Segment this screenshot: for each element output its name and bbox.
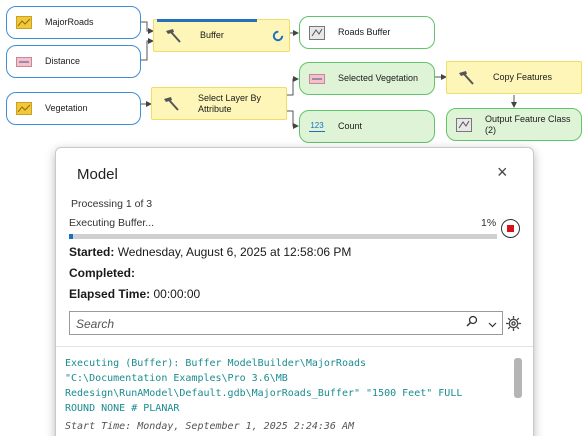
progress-bar xyxy=(69,234,497,239)
output-selected-vegetation-label: Selected Vegetation xyxy=(338,73,419,83)
output-roads-buffer-label: Roads Buffer xyxy=(338,27,391,37)
search-input[interactable]: Search xyxy=(69,311,503,335)
refresh-icon xyxy=(272,30,284,45)
number-icon-text: 123 xyxy=(310,120,324,130)
output-selected-vegetation[interactable]: Selected Vegetation xyxy=(299,62,435,95)
gear-icon[interactable] xyxy=(505,315,522,337)
model-progress-dialog: Model × Processing 1 of 3 Executing Buff… xyxy=(55,147,534,436)
completed-label: Completed: xyxy=(69,266,135,280)
log-scrollbar[interactable] xyxy=(514,358,522,398)
search-icon[interactable] xyxy=(466,315,478,330)
linear-unit-icon xyxy=(15,55,33,69)
linear-unit-icon xyxy=(308,72,326,86)
close-icon[interactable]: × xyxy=(497,163,508,181)
elapsed-row: Elapsed Time: 00:00:00 xyxy=(69,287,200,301)
edge-distance-buffer xyxy=(141,38,154,61)
progress-bar-fill xyxy=(69,234,74,239)
feature-class-icon xyxy=(455,117,473,132)
progress-percent: 1% xyxy=(481,217,497,229)
output-count-label: Count xyxy=(338,121,363,131)
processing-status: Processing 1 of 3 xyxy=(71,198,153,210)
log-separator xyxy=(56,346,533,347)
completed-row: Completed: xyxy=(69,266,135,280)
input-distance[interactable]: Distance xyxy=(6,45,141,78)
tool-copy-label: Copy Features xyxy=(493,72,553,82)
tool-copy-features[interactable]: Copy Features xyxy=(446,61,582,94)
running-indicator xyxy=(157,19,257,22)
tool-buffer-label: Buffer xyxy=(200,30,224,40)
hammer-icon xyxy=(162,96,180,111)
output-count[interactable]: 123 Count xyxy=(299,110,435,143)
input-majorroads-label: MajorRoads xyxy=(45,17,94,27)
feature-class-icon xyxy=(308,25,326,40)
input-vegetation[interactable]: Vegetation xyxy=(6,92,141,125)
hammer-icon xyxy=(164,28,182,43)
stop-button[interactable] xyxy=(501,219,520,238)
input-vegetation-label: Vegetation xyxy=(45,103,88,113)
output-roads-buffer[interactable]: Roads Buffer xyxy=(299,16,435,49)
elapsed-value: 00:00:00 xyxy=(153,287,201,301)
hammer-icon xyxy=(457,70,475,85)
stop-icon xyxy=(507,225,514,232)
search-placeholder: Search xyxy=(76,317,115,331)
executing-status: Executing Buffer... xyxy=(69,217,155,229)
edge-select-count xyxy=(287,110,299,129)
started-label: Started: xyxy=(69,245,115,259)
tool-select-label: Select Layer By Attribute xyxy=(198,92,262,114)
message-log: Executing (Buffer): Buffer ModelBuilder\… xyxy=(65,356,505,434)
tool-buffer[interactable]: Buffer xyxy=(153,19,290,52)
log-command: Executing (Buffer): Buffer ModelBuilder\… xyxy=(65,358,463,414)
layer-icon xyxy=(15,102,33,116)
chevron-down-icon[interactable] xyxy=(488,317,497,331)
layer-icon xyxy=(15,16,33,30)
output-feature-class-2[interactable]: Output Feature Class (2) xyxy=(446,108,582,141)
edge-select-selectedveg xyxy=(287,76,299,96)
output-feature-class-label: Output Feature Class (2) xyxy=(485,113,571,135)
number-icon: 123 xyxy=(308,120,326,134)
dialog-title: Model xyxy=(77,166,118,183)
input-distance-label: Distance xyxy=(45,56,81,66)
started-value: Wednesday, August 6, 2025 at 12:58:06 PM xyxy=(117,245,352,259)
log-start-time: Start Time: Monday, September 1, 2025 2:… xyxy=(65,421,354,432)
edge-majorroads-buffer xyxy=(141,21,154,34)
started-row: Started: Wednesday, August 6, 2025 at 12… xyxy=(69,245,351,259)
tool-select-layer-by-attribute[interactable]: Select Layer By Attribute xyxy=(151,87,287,120)
elapsed-label: Elapsed Time: xyxy=(69,287,151,301)
input-majorroads[interactable]: MajorRoads xyxy=(6,6,141,39)
